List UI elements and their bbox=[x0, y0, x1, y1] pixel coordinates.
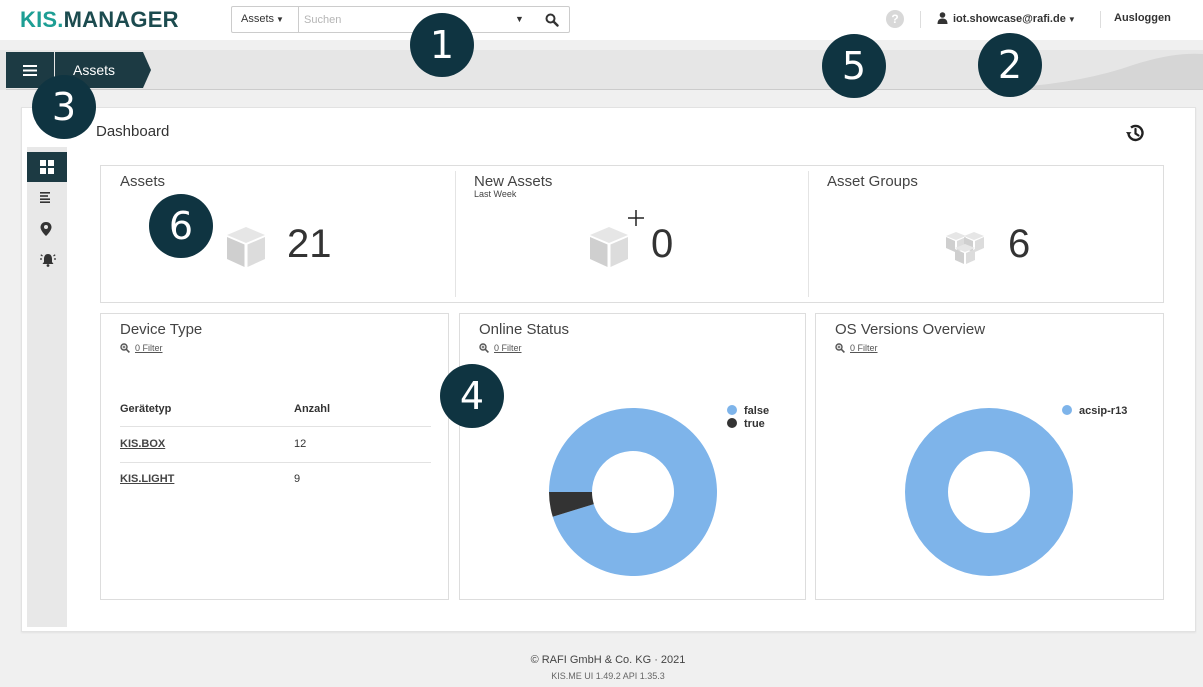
online-status-panel: Online Status 0 Filter false true bbox=[459, 313, 806, 600]
user-menu[interactable]: iot.showcase@rafi.de ▼ bbox=[937, 12, 1076, 25]
user-email: iot.showcase@rafi.de bbox=[953, 13, 1066, 25]
legend-label: false bbox=[744, 405, 770, 417]
zoom-filter-icon bbox=[120, 343, 130, 353]
alarm-bell-icon bbox=[40, 254, 56, 267]
legend-label: acsip-r13 bbox=[1079, 405, 1128, 417]
stat-new-assets[interactable]: New Assets Last Week 0 bbox=[455, 166, 808, 302]
legend-label: true bbox=[744, 418, 765, 430]
callout-1: 1 bbox=[410, 13, 474, 77]
dashboard-sidebar bbox=[27, 147, 67, 627]
chart-legend: acsip-r13 bbox=[1062, 405, 1127, 418]
panel-title: Device Type bbox=[120, 321, 203, 338]
column-header-count: Anzahl bbox=[294, 403, 331, 415]
page-title: Dashboard bbox=[96, 123, 170, 140]
logout-button[interactable]: Ausloggen bbox=[1114, 12, 1171, 24]
search-icon[interactable] bbox=[545, 13, 559, 27]
dashboard-grid-icon bbox=[40, 160, 54, 174]
donut-slice-acsip-r13[interactable] bbox=[905, 408, 1073, 576]
device-count: 12 bbox=[294, 438, 307, 450]
help-icon[interactable]: ? bbox=[886, 10, 904, 28]
brand-logo-part2: MANAGER bbox=[63, 7, 179, 32]
stat-title: New Assets bbox=[474, 173, 553, 190]
breadcrumb-current: Assets bbox=[73, 62, 116, 78]
divider bbox=[1100, 11, 1101, 28]
search-scope-label: Assets bbox=[241, 13, 275, 25]
stat-title: Asset Groups bbox=[827, 173, 918, 190]
legend-dot bbox=[727, 418, 737, 428]
legend-item-false[interactable]: false bbox=[727, 405, 769, 418]
brand-logo-part1: KIS. bbox=[20, 7, 64, 32]
device-type-link-kis-box[interactable]: KIS.BOX bbox=[120, 438, 165, 450]
sidebar-item-alarms[interactable] bbox=[27, 245, 67, 275]
divider bbox=[120, 462, 431, 463]
legend-dot bbox=[1062, 405, 1072, 415]
sidebar-item-list[interactable] bbox=[27, 183, 67, 213]
stat-value: 21 bbox=[287, 222, 332, 266]
divider bbox=[120, 426, 431, 427]
stat-value: 6 bbox=[1008, 222, 1031, 266]
legend-item-acsip-r13[interactable]: acsip-r13 bbox=[1062, 405, 1127, 418]
filter-link[interactable]: 0 Filter bbox=[120, 343, 163, 353]
sidebar-item-map[interactable] bbox=[27, 214, 67, 244]
stats-panel: Assets 21 New Assets Last Week 0 Asset G… bbox=[100, 165, 1164, 303]
search-history-dropdown-icon[interactable]: ▼ bbox=[515, 7, 524, 32]
device-type-panel: Device Type 0 Filter Gerätetyp Anzahl KI… bbox=[100, 313, 449, 600]
online-status-donut-chart[interactable] bbox=[460, 314, 805, 599]
cube-plus-icon bbox=[590, 210, 644, 267]
callout-6: 6 bbox=[149, 194, 213, 258]
search-scope-dropdown[interactable]: Assets ▼ bbox=[232, 7, 299, 32]
caret-down-icon: ▼ bbox=[276, 15, 284, 24]
list-icon bbox=[40, 192, 50, 203]
divider bbox=[920, 11, 921, 28]
filter-count: 0 Filter bbox=[135, 343, 163, 353]
chart-legend: false true bbox=[727, 405, 769, 431]
device-type-link-kis-light[interactable]: KIS.LIGHT bbox=[120, 473, 174, 485]
history-icon[interactable] bbox=[1123, 121, 1147, 145]
stat-title: Assets bbox=[120, 173, 166, 190]
os-versions-donut-chart[interactable] bbox=[816, 314, 1163, 599]
cube-icon bbox=[227, 227, 265, 267]
stat-asset-groups[interactable]: Asset Groups 6 bbox=[808, 166, 1163, 302]
callout-4: 4 bbox=[440, 364, 504, 428]
footer-copyright: © RAFI GmbH & Co. KG · 2021 bbox=[530, 654, 686, 666]
brand-logo[interactable]: KIS.MANAGER bbox=[20, 7, 179, 33]
legend-item-true[interactable]: true bbox=[727, 418, 769, 431]
callout-2: 2 bbox=[978, 33, 1042, 97]
callout-3: 3 bbox=[32, 75, 96, 139]
footer-version: KIS.ME UI 1.49.2 API 1.35.3 bbox=[551, 671, 665, 681]
stat-subtitle: Last Week bbox=[474, 189, 517, 199]
top-bar: KIS.MANAGER Assets▼ ▼ ? iot.showcase@raf… bbox=[0, 0, 1203, 40]
map-marker-icon bbox=[40, 222, 52, 236]
sidebar-item-dashboard[interactable] bbox=[27, 152, 67, 182]
column-header-type: Gerätetyp bbox=[120, 403, 172, 415]
hamburger-icon bbox=[23, 65, 37, 76]
search-bar: Assets▼ ▼ bbox=[231, 6, 570, 33]
callout-5: 5 bbox=[822, 34, 886, 98]
caret-down-icon: ▼ bbox=[1067, 15, 1076, 24]
os-versions-panel: OS Versions Overview 0 Filter acsip-r13 bbox=[815, 313, 1164, 600]
stat-value: 0 bbox=[651, 222, 674, 266]
device-count: 9 bbox=[294, 473, 301, 485]
legend-dot bbox=[727, 405, 737, 415]
cubes-icon bbox=[946, 232, 984, 264]
user-icon bbox=[937, 12, 948, 24]
